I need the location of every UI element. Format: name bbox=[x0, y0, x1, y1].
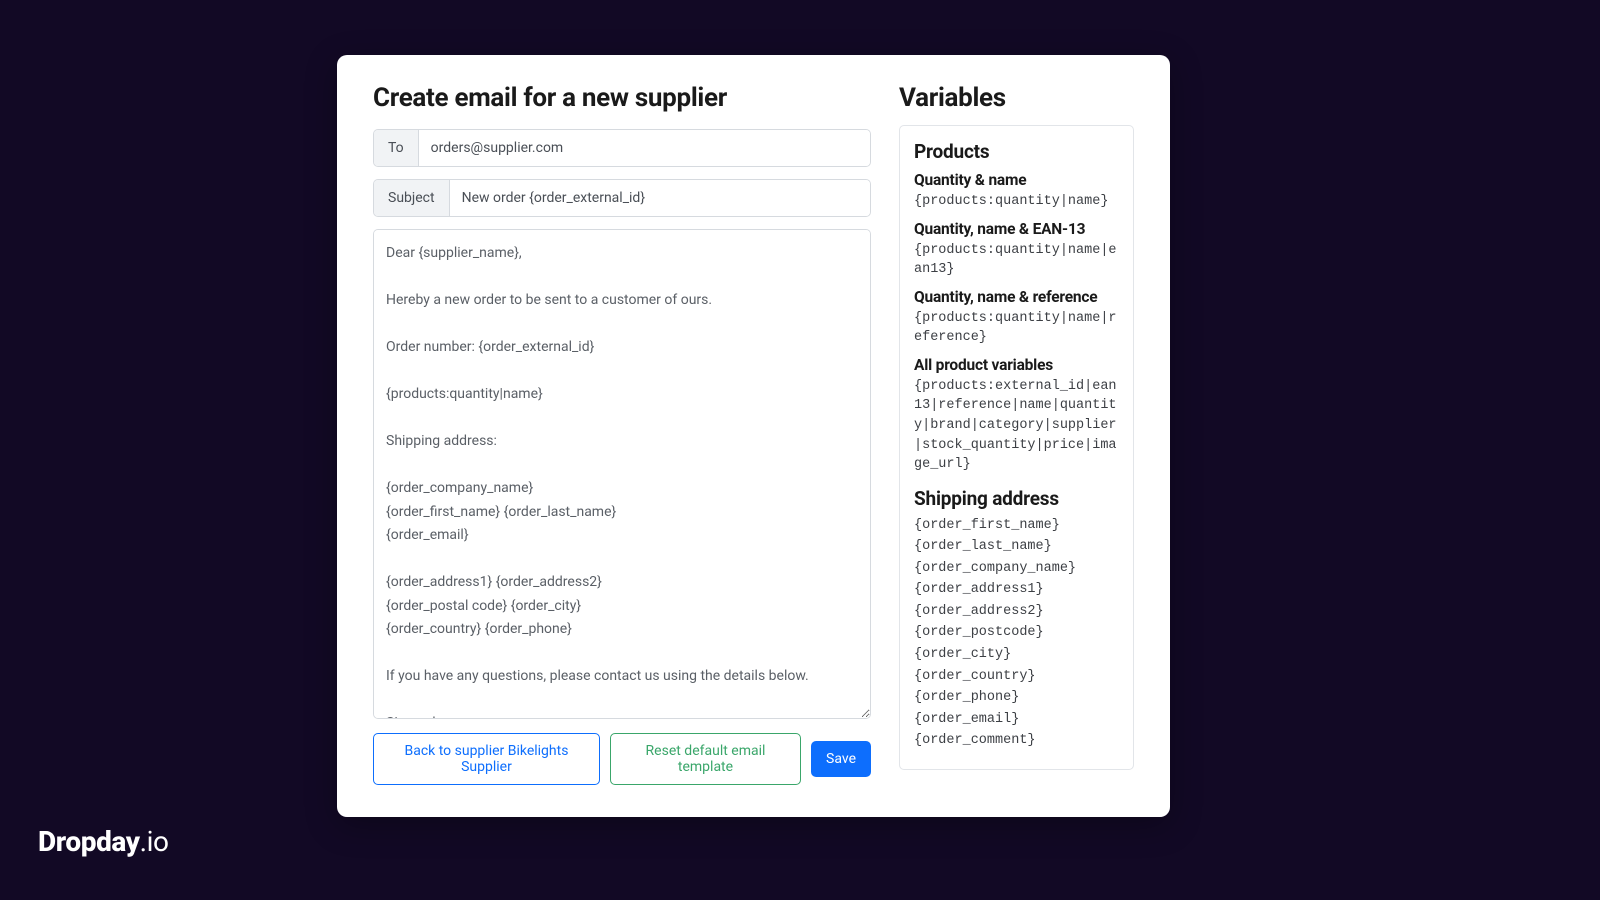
shipping-var: {order_address2} bbox=[914, 602, 1119, 622]
var-group-code: {products:quantity|name} bbox=[914, 192, 1119, 212]
shipping-var: {order_phone} bbox=[914, 688, 1119, 708]
shipping-var: {order_country} bbox=[914, 667, 1119, 687]
subject-input[interactable] bbox=[450, 180, 870, 216]
shipping-var: {order_last_name} bbox=[914, 537, 1119, 557]
var-group-label: Quantity, name & reference bbox=[914, 288, 1119, 306]
shipping-var: {order_comment} bbox=[914, 731, 1119, 751]
shipping-var: {order_email} bbox=[914, 710, 1119, 730]
shipping-section-title: Shipping address bbox=[914, 487, 1119, 510]
shipping-var: {order_address1} bbox=[914, 580, 1119, 600]
button-row: Back to supplier Bikelights Supplier Res… bbox=[373, 733, 871, 785]
back-button[interactable]: Back to supplier Bikelights Supplier bbox=[373, 733, 600, 785]
email-template-card: Create email for a new supplier To Subje… bbox=[337, 55, 1170, 817]
var-group-code: {products:external_id|ean13|reference|na… bbox=[914, 377, 1119, 475]
var-group-label: Quantity & name bbox=[914, 171, 1119, 189]
subject-row: Subject bbox=[373, 179, 871, 217]
body-textarea[interactable] bbox=[373, 229, 871, 719]
to-input[interactable] bbox=[419, 130, 870, 166]
var-group-code: {products:quantity|name|reference} bbox=[914, 309, 1119, 348]
subject-label: Subject bbox=[374, 180, 450, 216]
shipping-var: {order_company_name} bbox=[914, 559, 1119, 579]
shipping-var: {order_postcode} bbox=[914, 623, 1119, 643]
shipping-var: {order_city} bbox=[914, 645, 1119, 665]
shipping-var-list: {order_first_name} {order_last_name} {or… bbox=[914, 516, 1119, 751]
shipping-var: {order_first_name} bbox=[914, 516, 1119, 536]
brand-name: Dropday bbox=[38, 825, 140, 858]
variables-column: Variables Products Quantity & name {prod… bbox=[899, 83, 1134, 785]
save-button[interactable]: Save bbox=[811, 741, 871, 777]
page-title: Create email for a new supplier bbox=[373, 83, 871, 113]
variables-title: Variables bbox=[899, 83, 1134, 113]
to-row: To bbox=[373, 129, 871, 167]
var-group-label: All product variables bbox=[914, 356, 1119, 374]
var-group-label: Quantity, name & EAN-13 bbox=[914, 220, 1119, 238]
brand-tld: .io bbox=[140, 825, 169, 858]
var-group-code: {products:quantity|name|ean13} bbox=[914, 241, 1119, 280]
brand-logo: Dropday.io bbox=[38, 825, 169, 858]
to-label: To bbox=[374, 130, 419, 166]
variables-panel: Products Quantity & name {products:quant… bbox=[899, 125, 1134, 770]
reset-button[interactable]: Reset default email template bbox=[610, 733, 801, 785]
form-column: Create email for a new supplier To Subje… bbox=[373, 83, 871, 785]
products-section-title: Products bbox=[914, 140, 1119, 163]
